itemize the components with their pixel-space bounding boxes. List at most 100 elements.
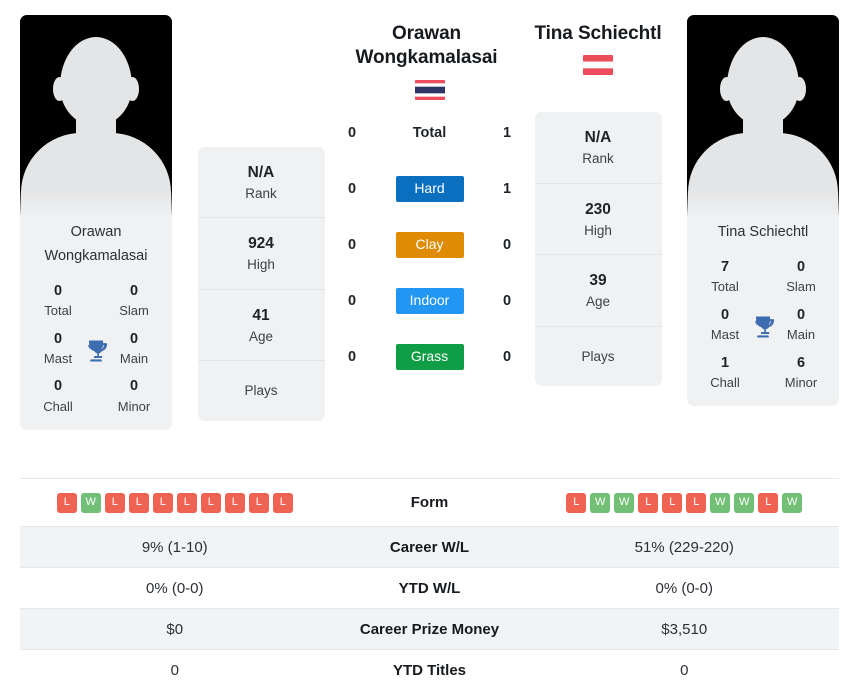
left-plays-row: Plays [198,361,325,421]
avatar-ear-right-shape [126,77,139,101]
right-hard-wins: 1 [502,180,512,197]
row-label-ytd-titles: YTD Titles [392,662,467,679]
avatar-ear-left-shape [53,77,66,101]
right-form-badge: W [782,492,803,513]
right-form-badge: L [686,492,707,513]
right-titles-slam: 0 Slam [763,251,839,299]
table-row-ytd-titles: 0 YTD Titles 0 [20,650,839,689]
row-label-ytd-wl: YTD W/L [398,579,461,597]
right-high-label: High [584,222,612,238]
right-age-value: 39 [589,272,607,290]
right-form-badge: W [734,492,755,513]
right-prize-money-cell: $3,510 [530,621,840,638]
left-titles-total: 0 Total [20,275,96,323]
right-player-titles-grid: 7 Total 0 Slam 0 Mast 0 Main 1 Chall 6 M… [687,247,839,406]
left-form-badge: L [272,492,293,513]
row-label-career-prize-money: Career Prize Money [359,620,500,638]
thailand-flag-icon [414,79,445,100]
center-surface-column: Orawan Wongkamalasai 0 Total 1 0 Hard 1 … [330,0,529,385]
right-player-photo-column: Tina Schiechtl 7 Total 0 Slam 0 Mast 0 M… [667,0,859,407]
left-plays-label: Plays [244,383,278,399]
left-grass-wins: 0 [347,348,357,365]
avatar-ear-left-shape [720,77,733,101]
right-form-badge: W [614,492,635,513]
left-prize-money-value: $0 [166,620,184,638]
table-row-career-prize-money: $0 Career Prize Money $3,510 [20,609,839,650]
right-form-badge: L [638,492,659,513]
right-plays-label: Plays [581,348,615,364]
left-form-badge: L [56,492,77,513]
avatar-gradient-overlay [20,189,172,215]
right-titles-chall: 1 Chall [687,347,763,395]
surface-row-total: 0 Total 1 [330,105,529,161]
right-ytd-titles-cell: 0 [530,662,840,679]
left-form-badge: L [224,492,245,513]
right-rank-value: N/A [584,129,612,147]
left-rank-label: Rank [245,185,277,201]
left-form-strip: LWLLLLLLLL [56,492,293,513]
left-total-wins: 0 [347,124,357,141]
head-to-head-stats-table: LWLLLLLLLL Form LWWLLLWWLW 9% (1-10) Car… [20,478,839,689]
surface-row-grass: 0 Grass 0 [330,329,529,385]
left-hard-wins: 0 [347,180,357,197]
left-titles-slam-value: 0 [129,282,139,299]
right-rank-row: N/A Rank [534,112,662,184]
trophy-icon [755,316,775,338]
right-player-card[interactable]: Tina Schiechtl 7 Total 0 Slam 0 Mast 0 M… [687,15,839,407]
left-titles-minor-value: 0 [129,378,139,395]
left-player-avatar [20,15,172,215]
left-high-label: High [247,257,275,273]
left-titles-chall-label: Chall [43,398,73,414]
right-rank-label: Rank [582,151,614,167]
left-titles-total-value: 0 [53,282,63,299]
surface-label-clay-wrap: Clay [374,231,485,258]
right-titles-total-label: Total [711,279,739,295]
right-form-badge: L [566,492,587,513]
left-titles-minor: 0 Minor [96,370,172,418]
surface-badge-hard[interactable]: Hard [395,175,464,202]
left-titles-minor-label: Minor [117,398,151,414]
left-player-card-name-line2: Wongkamalasai [44,247,148,264]
left-player-flag-wrap [414,79,445,100]
left-prize-money-cell: $0 [20,621,330,638]
left-form-badge: L [176,492,197,513]
left-player-card[interactable]: Orawan Wongkamalasai 0 Total 0 Slam 0 Ma… [20,15,172,431]
left-age-value: 41 [252,306,270,324]
left-titles-slam-label: Slam [119,303,149,319]
surface-breakdown-list: 0 Total 1 0 Hard 1 0 Clay 0 0 Indoor 0 0… [330,105,529,385]
left-ytd-wl-cell: 0% (0-0) [20,580,330,597]
surface-badge-grass[interactable]: Grass [395,343,464,370]
left-rank-value: N/A [247,164,275,181]
left-player-card-name-line1: Orawan [70,224,122,240]
left-age-label: Age [248,328,274,344]
left-high-value: 924 [248,235,274,253]
surface-label-indoor-wrap: Indoor [374,287,485,314]
surface-badge-clay[interactable]: Clay [395,231,464,258]
left-form-cell: LWLLLLLLLL [20,492,330,513]
right-career-wl-value: 51% (229-220) [634,538,734,556]
right-age-label: Age [585,294,611,310]
comparison-header: Orawan Wongkamalasai 0 Total 0 Slam 0 Ma… [0,0,859,472]
row-label-career-wl: Career W/L [389,538,470,556]
surface-badge-indoor[interactable]: Indoor [395,287,464,314]
right-player-card-name: Tina Schiechtl [687,215,839,247]
left-form-badge: L [152,492,173,513]
left-form-badge: L [104,492,125,513]
row-label-form: Form [410,494,449,511]
surface-label-total: Total [412,124,447,141]
left-form-badge: L [200,492,221,513]
right-titles-minor-label: Minor [784,374,818,390]
avatar-gradient-overlay [687,189,839,215]
right-grass-wins: 0 [502,348,512,365]
trophy-icon [88,340,108,362]
left-rank-row: N/A Rank [197,147,325,219]
left-career-wl-value: 9% (1-10) [141,538,208,556]
table-row-career-wl: 9% (1-10) Career W/L 51% (229-220) [20,527,839,568]
surface-label-total-wrap: Total [374,125,485,141]
left-titles-chall: 0 Chall [20,370,96,418]
surface-row-clay: 0 Clay 0 [330,217,529,273]
avatar-ear-right-shape [793,77,806,101]
right-titles-minor: 6 Minor [763,347,839,395]
right-form-strip: LWWLLLWWLW [566,492,803,513]
surface-row-hard: 0 Hard 1 [330,161,529,217]
